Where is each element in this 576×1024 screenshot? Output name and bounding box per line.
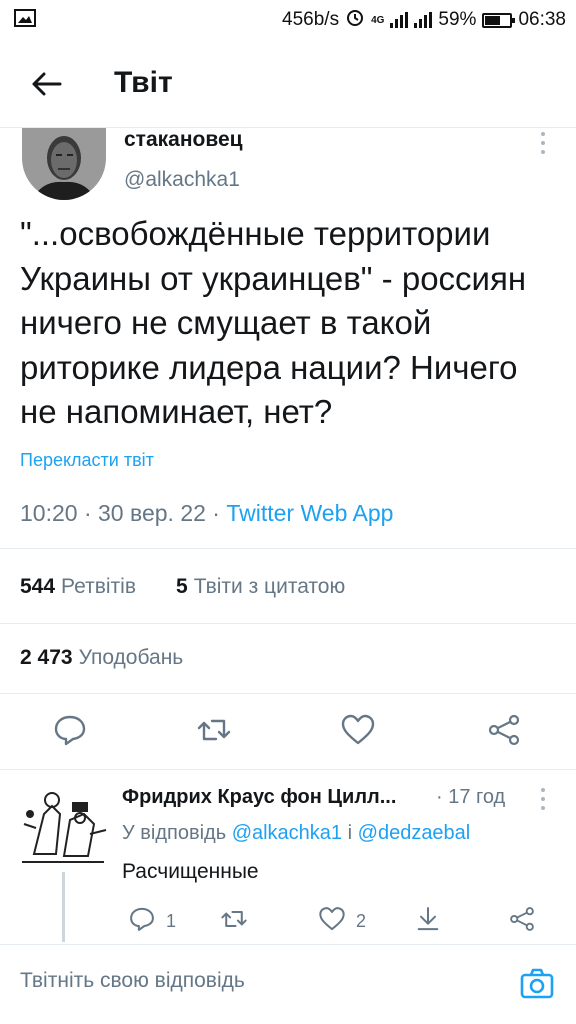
like-icon[interactable] xyxy=(340,712,376,748)
reply-like-button[interactable]: 2 xyxy=(318,906,366,936)
reply-more-icon[interactable] xyxy=(538,788,548,810)
reply-retweet-button[interactable] xyxy=(220,906,248,936)
quotes-count: 5 xyxy=(176,575,188,598)
reply-time: · 17 год xyxy=(436,786,505,809)
app-header: Твіт xyxy=(0,40,576,128)
tweet-time: 10:20 xyxy=(20,500,78,526)
tweet-source[interactable]: Twitter Web App xyxy=(226,500,393,526)
mention-link[interactable]: @dedzaebal xyxy=(358,822,471,844)
retweet-icon[interactable] xyxy=(196,712,232,748)
reply-to-line: У відповідь @alkachka1 і @dedzaebal xyxy=(122,822,470,845)
like-icon xyxy=(318,905,346,938)
tweet-stats: 544 Ретвітів 5 Твіти з цитатою xyxy=(0,548,576,624)
thread-line xyxy=(62,872,65,942)
battery-fill xyxy=(485,15,500,25)
author-handle[interactable]: @alkachka1 xyxy=(124,168,240,192)
likes-stat-row: 2 473 Уподобань xyxy=(0,624,576,694)
tweet-action-bar xyxy=(0,694,576,770)
alarm-icon xyxy=(345,7,365,33)
gallery-icon xyxy=(14,9,36,32)
net-speed: 456b/s xyxy=(282,9,340,30)
separator: · xyxy=(212,500,227,526)
reply-share-button[interactable] xyxy=(508,906,536,936)
signal-icon-2 xyxy=(414,12,433,28)
reply-author-avatar[interactable] xyxy=(14,784,112,868)
battery-icon xyxy=(482,12,516,28)
compose-bar: Твітніть свою відповідь xyxy=(0,944,576,1024)
share-icon[interactable] xyxy=(486,712,522,748)
translate-tweet-link[interactable]: Перекласти твіт xyxy=(20,450,154,471)
reply-reply-button[interactable]: 1 xyxy=(128,906,176,936)
reply-count: 1 xyxy=(166,910,177,931)
reply-icon xyxy=(128,905,156,938)
tweet-timestamp: 10:20 · 30 вер. 22 · Twitter Web App xyxy=(20,500,393,527)
download-icon xyxy=(414,905,442,938)
reply-author-name[interactable]: Фридрих Краус фон Цилл... xyxy=(122,786,442,809)
likes-count: 2 473 xyxy=(20,646,73,669)
reply-icon[interactable] xyxy=(52,712,88,748)
likes-stat[interactable]: 2 473 Уподобань xyxy=(20,646,183,670)
tweet-date: 30 вер. 22 xyxy=(98,500,206,526)
status-indicators: 456b/s 4G 59% 06:38 xyxy=(282,8,566,32)
network-type: 4G xyxy=(371,14,385,26)
battery-percent: 59% xyxy=(438,9,477,30)
more-icon[interactable] xyxy=(538,132,548,154)
reply-time-value: 17 год xyxy=(448,786,506,808)
retweet-icon xyxy=(220,905,248,938)
back-arrow-icon[interactable] xyxy=(28,66,64,102)
separator: · xyxy=(436,786,449,808)
quotes-label: Твіти з цитатою xyxy=(193,575,346,598)
reply-input[interactable]: Твітніть свою відповідь xyxy=(20,969,460,993)
like-count: 2 xyxy=(356,910,367,931)
status-bar: 456b/s 4G 59% 06:38 xyxy=(0,0,576,40)
retweets-label: Ретвітів xyxy=(61,575,136,598)
separator: · xyxy=(83,500,99,526)
share-icon xyxy=(508,905,536,938)
conjunction: і xyxy=(347,822,353,844)
retweets-count: 544 xyxy=(20,575,56,598)
clock: 06:38 xyxy=(518,9,566,30)
reply-action-bar: 1 2 xyxy=(122,906,552,938)
mention-link[interactable]: @alkachka1 xyxy=(232,822,342,844)
signal-icon xyxy=(390,12,409,28)
quotes-stat[interactable]: 5 Твіти з цитатою xyxy=(176,575,345,599)
retweets-stat[interactable]: 544 Ретвітів xyxy=(20,575,136,599)
author-name[interactable]: стакановец xyxy=(124,128,243,152)
reply-text: Расчищенные xyxy=(122,860,259,883)
author-avatar[interactable] xyxy=(22,128,106,200)
page-title: Твіт xyxy=(114,66,173,99)
likes-label: Уподобань xyxy=(78,646,184,669)
reply-download-button[interactable] xyxy=(414,906,442,936)
tweet-text: "...освобождённые территории Украины от … xyxy=(20,215,527,430)
reply-to-label: У відповідь xyxy=(122,822,227,844)
camera-icon[interactable] xyxy=(520,967,554,1001)
